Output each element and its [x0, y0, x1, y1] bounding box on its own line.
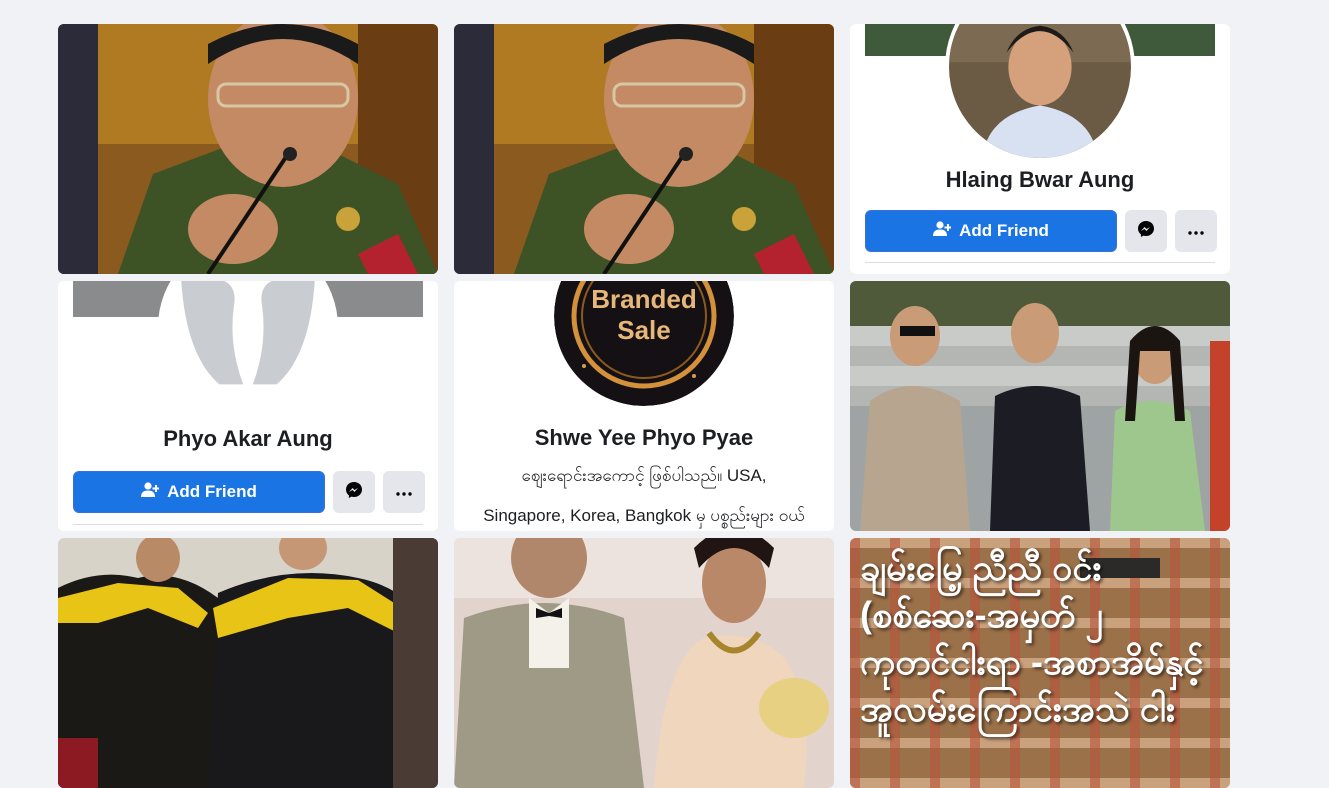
message-button[interactable]	[333, 471, 375, 513]
profile-actions: Add Friend	[73, 471, 425, 513]
caption-line-4: အူလမ်းကြောင်းအသဲ ငါး	[860, 688, 1176, 729]
profile-card-phyo-akar-aung: Phyo Akar Aung Add Friend	[58, 281, 438, 531]
photo-text-overlay[interactable]: ချမ်းမြေ့ ညီညီ ဝင်း (စစ်ဆေး-အမှတ် ၂ ကုတင…	[850, 538, 1230, 788]
photo-image	[850, 281, 1230, 531]
add-friend-label: Add Friend	[167, 482, 257, 501]
photo-image	[58, 24, 438, 274]
add-friend-button[interactable]: Add Friend	[73, 471, 325, 513]
caption-line-3: ကုတင်ငါးရာ -အစာအိမ်နှင့်	[860, 641, 1204, 682]
avatar-branded-sale[interactable]: Branded Sale	[554, 281, 734, 406]
people-grid: Hlaing Bwar Aung Add Friend Phyo Akar Au…	[58, 24, 1230, 788]
more-options-button[interactable]	[1175, 210, 1217, 252]
message-button[interactable]	[1125, 210, 1167, 252]
messenger-icon	[1137, 220, 1155, 243]
add-friend-icon	[141, 481, 160, 503]
caption-line-2: (စစ်ဆေး-အမှတ် ၂	[860, 594, 1103, 635]
more-options-icon	[1188, 222, 1204, 240]
photo-military-officer-2[interactable]	[454, 24, 834, 274]
photo-graduation[interactable]	[58, 538, 438, 788]
photo-image	[58, 538, 438, 788]
messenger-icon	[345, 481, 363, 504]
divider	[865, 262, 1215, 263]
add-friend-label: Add Friend	[959, 221, 1049, 240]
add-friend-button[interactable]: Add Friend	[865, 210, 1117, 252]
silhouette-icon	[162, 281, 334, 413]
bio-line-2: Singapore, Korea, Bangkok မှ ပစ္စည်းများ…	[483, 506, 805, 525]
profile-name[interactable]: Shwe Yee Phyo Pyae	[454, 425, 834, 451]
bio-line-1: ဈေးရောင်းအကောင့် ဖြစ်ပါသည်။ USA,	[521, 466, 767, 485]
photo-wedding[interactable]	[454, 538, 834, 788]
avatar-text-branded: Branded	[591, 284, 697, 314]
add-friend-icon	[933, 220, 952, 242]
profile-bio: ဈေးရောင်းအကောင့် ဖြစ်ပါသည်။ USA, Singapo…	[454, 456, 834, 531]
photo-image	[454, 538, 834, 788]
profile-card-shwe-yee-phyo-pyae: Branded Sale Shwe Yee Phyo Pyae ဈေးရောင်…	[454, 281, 834, 531]
avatar-text-sale: Sale	[617, 315, 671, 345]
caption-line-1: ချမ်းမြေ့ ညီညီ ဝင်း	[860, 547, 1102, 588]
photo-group-outdoor[interactable]	[850, 281, 1230, 531]
avatar[interactable]	[945, 24, 1135, 162]
profile-card-hlaing-bwar-aung: Hlaing Bwar Aung Add Friend	[850, 24, 1230, 274]
photo-military-officer-1[interactable]	[58, 24, 438, 274]
photo-image	[454, 24, 834, 274]
profile-name[interactable]: Hlaing Bwar Aung	[850, 167, 1230, 193]
profile-actions: Add Friend	[865, 210, 1217, 252]
default-avatar[interactable]	[158, 281, 338, 417]
more-options-button[interactable]	[383, 471, 425, 513]
profile-name[interactable]: Phyo Akar Aung	[58, 426, 438, 452]
divider	[73, 524, 423, 525]
overlay-caption: ချမ်းမြေ့ ညီညီ ဝင်း (စစ်ဆေး-အမှတ် ၂ ကုတင…	[860, 544, 1230, 732]
more-options-icon	[396, 483, 412, 501]
